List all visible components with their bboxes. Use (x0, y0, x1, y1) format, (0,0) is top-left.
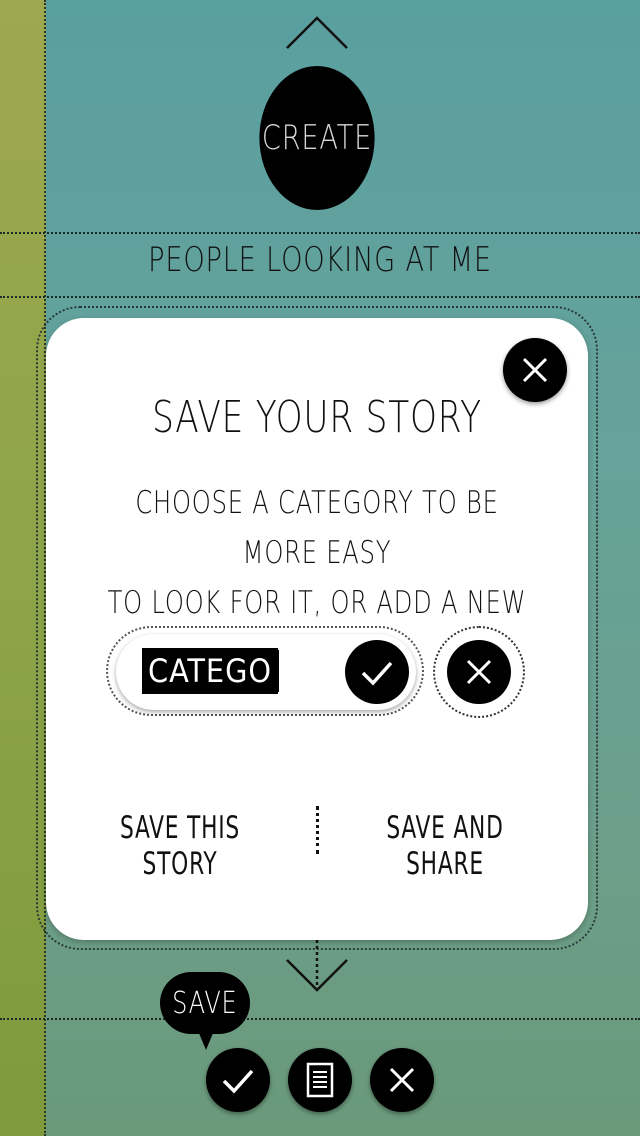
close-icon (522, 357, 548, 383)
category-confirm-button[interactable] (345, 640, 409, 704)
people-looking-label: PEOPLE LOOKING AT ME (148, 240, 492, 280)
document-icon (306, 1062, 334, 1098)
close-icon (466, 659, 492, 685)
check-icon (222, 1069, 254, 1094)
save-and-share-button[interactable]: SAVE AND SHARE (355, 810, 534, 882)
create-button[interactable]: CREATE (259, 66, 375, 210)
category-cancel-button[interactable] (447, 640, 511, 704)
confirm-button[interactable] (206, 1048, 270, 1112)
check-icon (361, 661, 393, 686)
text-cursor (276, 650, 279, 692)
divider-line (0, 232, 640, 234)
save-this-story-button[interactable]: SAVE THIS STORY (86, 810, 273, 882)
divider-line (0, 296, 640, 298)
chevron-up-icon[interactable] (284, 12, 350, 52)
dotted-separator (316, 806, 319, 854)
create-button-label: CREATE (261, 118, 373, 158)
close-icon (389, 1067, 415, 1093)
category-input[interactable] (142, 648, 278, 694)
cancel-button[interactable] (370, 1048, 434, 1112)
modal-title: SAVE YOUR STORY (152, 392, 482, 443)
save-tooltip-label: SAVE (172, 985, 238, 1021)
save-tooltip-tail (196, 1026, 216, 1050)
divider-line (0, 1018, 640, 1020)
chevron-down-icon[interactable] (284, 940, 350, 992)
save-tooltip: SAVE (160, 972, 250, 1034)
modal-description-line: CHOOSE A CATEGORY TO BE MORE EASY (135, 485, 499, 571)
document-button[interactable] (288, 1048, 352, 1112)
